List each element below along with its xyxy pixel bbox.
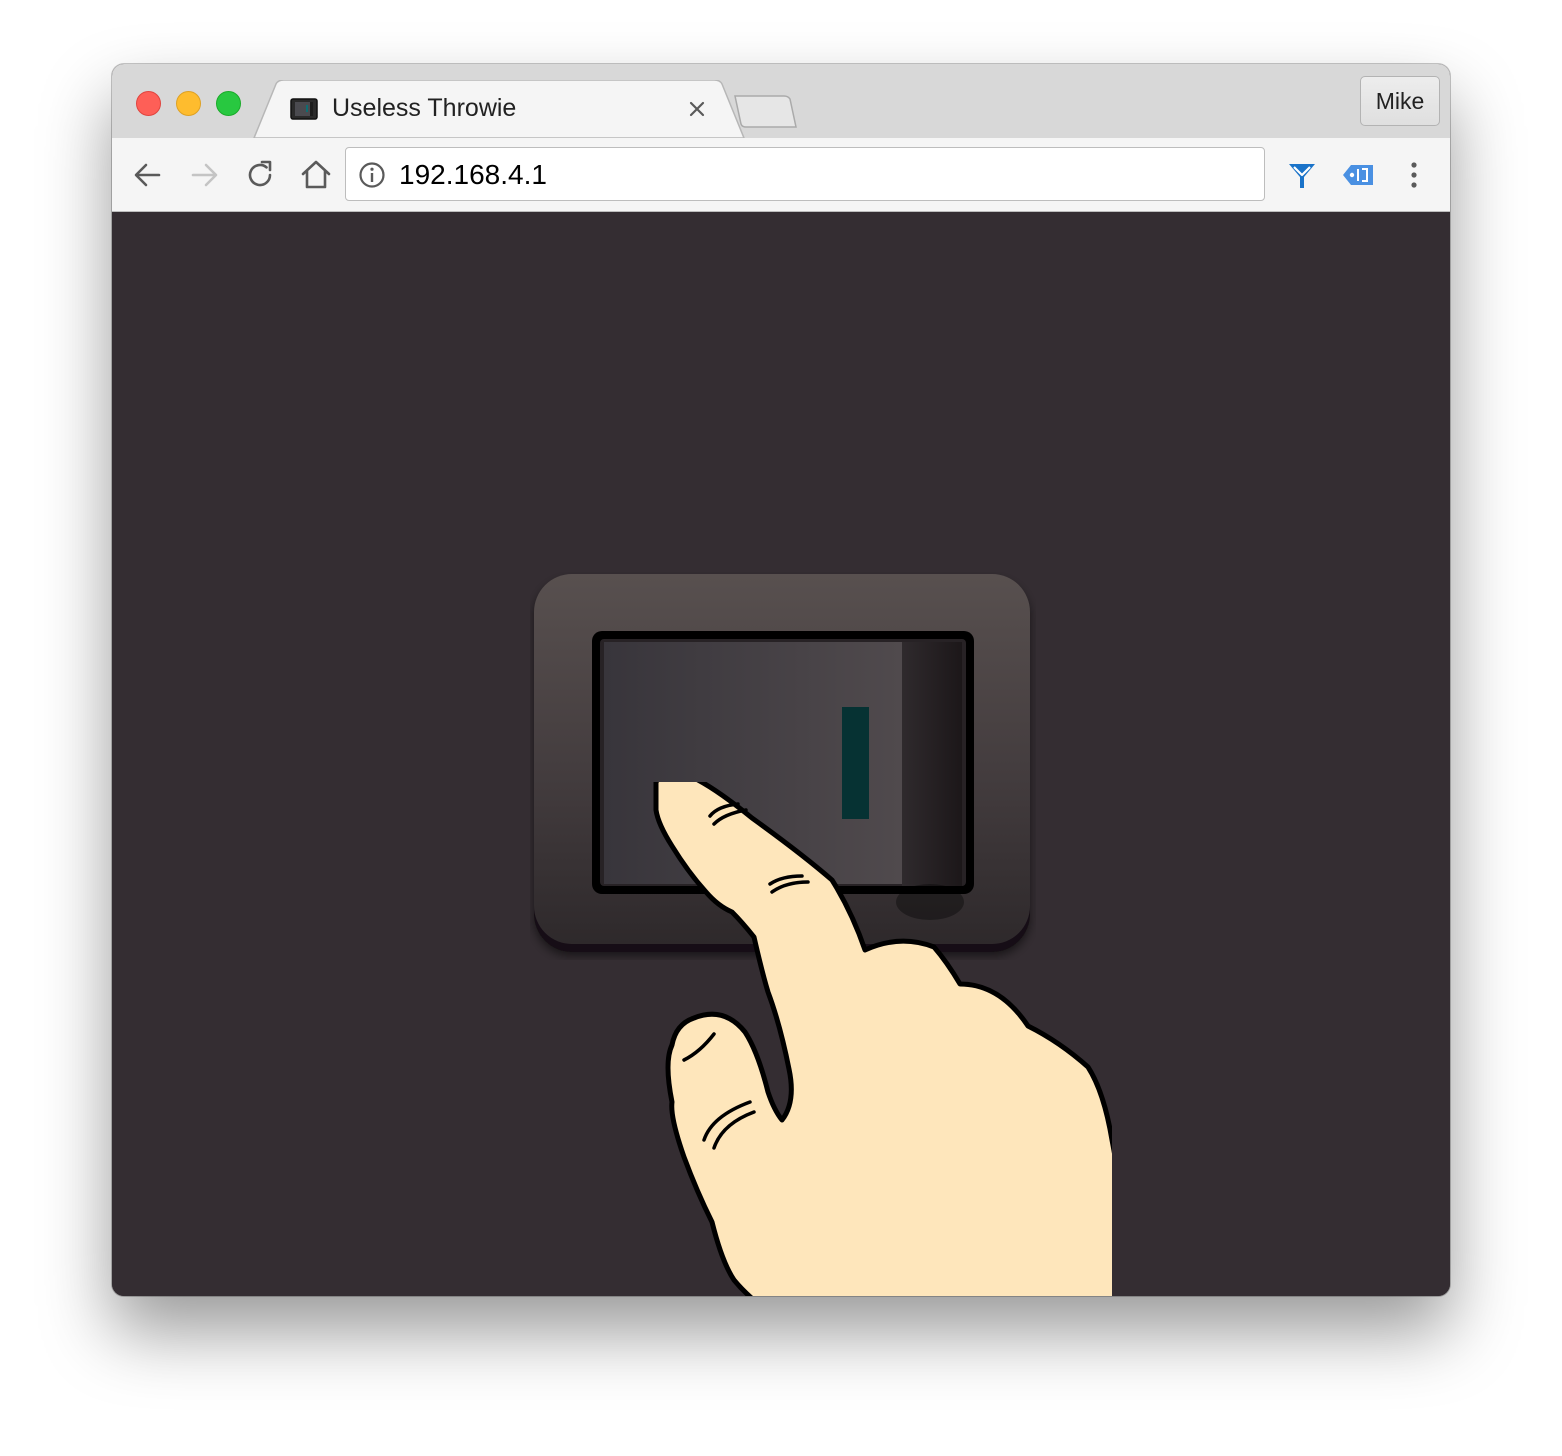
arrow-right-icon[interactable] xyxy=(187,158,221,192)
tag-extension-icon[interactable] xyxy=(1341,158,1375,192)
address-bar[interactable]: 192.168.4.1 xyxy=(345,147,1265,201)
more-vertical-icon[interactable] xyxy=(1397,158,1431,192)
browser-toolbar: 192.168.4.1 xyxy=(112,138,1450,212)
minimize-window-button[interactable] xyxy=(176,91,201,116)
close-icon[interactable] xyxy=(684,96,710,122)
tab-strip: Useless Throwie Mike xyxy=(112,64,1450,138)
close-window-button[interactable] xyxy=(136,91,161,116)
browser-window: Useless Throwie Mike 192.168.4.1 xyxy=(112,64,1450,1296)
page-content xyxy=(112,212,1450,1296)
tab-title: Useless Throwie xyxy=(332,94,517,122)
info-icon[interactable] xyxy=(358,161,386,189)
maximize-window-button[interactable] xyxy=(216,91,241,116)
new-tab-icon[interactable] xyxy=(730,94,802,130)
home-icon[interactable] xyxy=(299,158,333,192)
switch-favicon-icon xyxy=(290,98,318,120)
y-funnel-extension-icon[interactable] xyxy=(1285,158,1319,192)
profile-button[interactable]: Mike xyxy=(1360,76,1440,126)
arrow-left-icon[interactable] xyxy=(131,158,165,192)
pointing-hand-image xyxy=(653,782,1112,1296)
url-text[interactable]: 192.168.4.1 xyxy=(399,159,547,191)
reload-icon[interactable] xyxy=(243,158,277,192)
